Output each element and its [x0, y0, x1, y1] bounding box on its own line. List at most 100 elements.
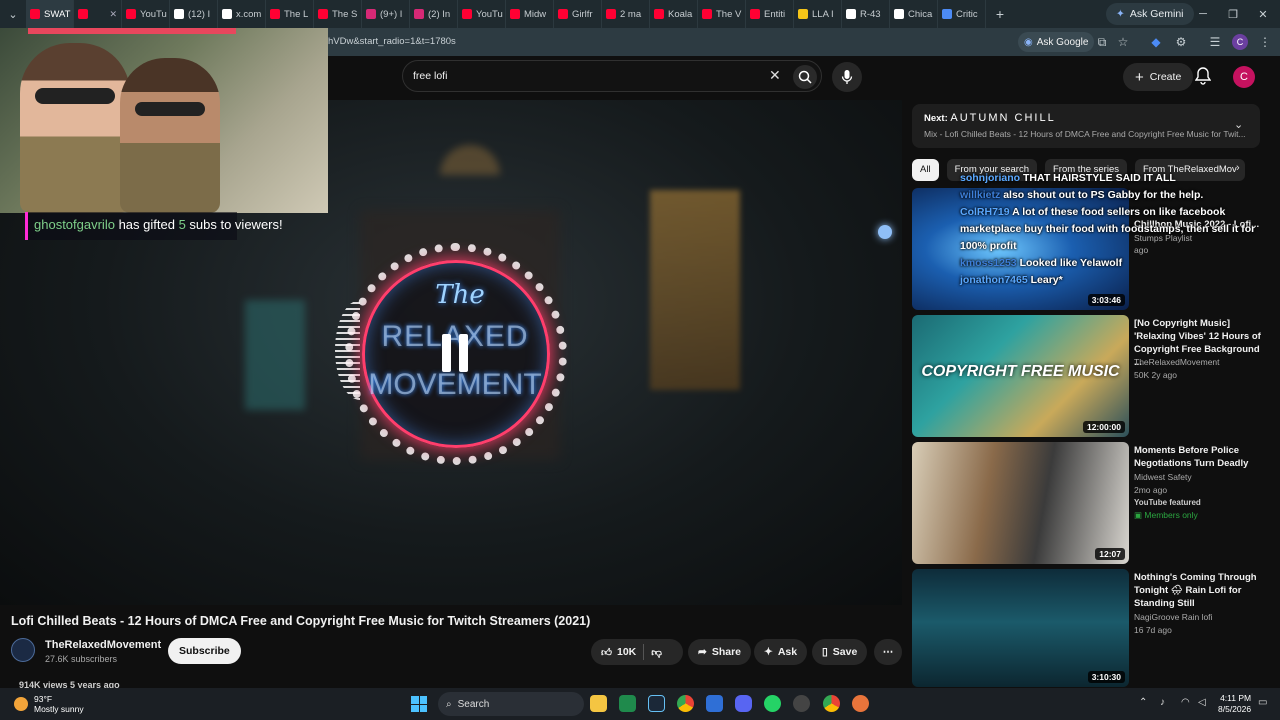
browser-tab[interactable]: Chica	[890, 0, 938, 28]
browser-tab[interactable]: Midw	[506, 0, 554, 28]
browser-tab[interactable]: The S	[314, 0, 362, 28]
chrome-profile-icon[interactable]	[823, 695, 840, 712]
chat-username: ColRH719	[960, 206, 1010, 218]
account-avatar[interactable]: C	[1233, 66, 1255, 88]
browser-tab[interactable]: SWAT	[26, 0, 74, 28]
browser-tab[interactable]: The L	[266, 0, 314, 28]
subscribe-button[interactable]: Subscribe	[168, 638, 241, 664]
gemini-icon: ✦	[1116, 8, 1125, 20]
dislike-button[interactable]: 👎︎	[651, 646, 662, 659]
settings-icon[interactable]	[793, 695, 810, 712]
browser-tab[interactable]: Girlfr	[554, 0, 602, 28]
whatsapp-icon[interactable]	[764, 695, 781, 712]
channel-avatar[interactable]	[11, 638, 35, 662]
browser-tab[interactable]: Koala	[650, 0, 698, 28]
pause-icon[interactable]	[442, 334, 468, 372]
extension-icon[interactable]: ◆	[1148, 34, 1164, 50]
microphone-tray-icon[interactable]: ♪	[1160, 697, 1165, 708]
search-query[interactable]: free lofi	[413, 70, 447, 82]
weather-widget[interactable]: 93°F Mostly sunny	[14, 694, 84, 714]
search-button[interactable]	[793, 65, 817, 89]
close-window-icon[interactable]: ✕	[1248, 0, 1278, 28]
recommendation-item[interactable]: COPYRIGHT FREE MUSIC 12:00:00 [No Copyri…	[912, 315, 1272, 437]
members-only-badge: ▣ Members only	[1134, 510, 1198, 520]
volume-icon[interactable]: ◁	[1198, 697, 1206, 708]
spreadsheet-app-icon[interactable]	[619, 695, 636, 712]
notifications-button[interactable]	[1194, 67, 1212, 90]
channel-name[interactable]: Midwest Safety	[1134, 472, 1192, 482]
tab-label: YouTu	[476, 8, 503, 20]
ask-google-button[interactable]: ◉ Ask Google	[1018, 32, 1095, 52]
show-hidden-icons-icon[interactable]: ⌃	[1139, 697, 1147, 708]
browser-tab[interactable]: The V	[698, 0, 746, 28]
video-title[interactable]: Moments Before Police Negotiations Turn …	[1134, 444, 1266, 470]
url-text[interactable]: hVDw&start_radio=1&t=1780s	[328, 36, 456, 47]
browser-tab[interactable]: ✕	[74, 0, 122, 28]
reading-list-icon[interactable]: ☰	[1207, 34, 1223, 50]
minimize-icon[interactable]: ─	[1188, 0, 1218, 28]
ask-button[interactable]: ✦ Ask	[754, 639, 808, 665]
search-input[interactable]: free lofi ✕	[402, 60, 822, 92]
browser-tab[interactable]: x.com	[218, 0, 266, 28]
recommendation-item[interactable]: 3:10:30 Nothing's Coming Through Tonight…	[912, 569, 1272, 687]
chrome-icon[interactable]	[677, 695, 694, 712]
webcam-overlay	[0, 28, 328, 213]
claude-icon[interactable]	[852, 695, 869, 712]
browser-menu-icon[interactable]: ⋮	[1257, 34, 1273, 50]
extensions-puzzle-icon[interactable]: ⚙	[1173, 34, 1189, 50]
share-icon: ➦	[698, 646, 707, 658]
restore-icon[interactable]: ❐	[1218, 0, 1248, 28]
channel-name[interactable]: TheRelaxedMovement	[1134, 357, 1220, 367]
video-thumbnail[interactable]: 12:07	[912, 442, 1129, 564]
browser-tab[interactable]: 2 ma	[602, 0, 650, 28]
close-tab-icon[interactable]: ✕	[109, 9, 117, 20]
share-button[interactable]: ➦ Share	[688, 639, 751, 665]
app-icon[interactable]	[706, 695, 723, 712]
video-thumbnail[interactable]: COPYRIGHT FREE MUSIC 12:00:00	[912, 315, 1129, 437]
chevron-down-icon[interactable]: ⌄	[1234, 118, 1243, 131]
save-button[interactable]: ▯ Save	[812, 639, 868, 665]
chat-text: Leary*	[1030, 274, 1063, 286]
video-thumbnail[interactable]: 3:10:30	[912, 569, 1129, 687]
browser-tab[interactable]: Entiti	[746, 0, 794, 28]
tab-favicon-icon	[846, 9, 856, 19]
video-title[interactable]: Nothing's Coming Through Tonight 🌧 Rain …	[1134, 571, 1266, 610]
recommendation-item[interactable]: 12:07 Moments Before Police Negotiations…	[912, 442, 1272, 564]
clear-search-icon[interactable]: ✕	[769, 67, 781, 84]
up-next-panel[interactable]: Next: AUTUMN CHILL Mix - Lofi Chilled Be…	[912, 104, 1260, 148]
windows-start-icon[interactable]	[411, 696, 427, 712]
browser-tab[interactable]: YouTu	[458, 0, 506, 28]
browser-tab[interactable]: (9+) I	[362, 0, 410, 28]
notification-center-icon[interactable]: ▭	[1258, 697, 1267, 708]
browser-tab[interactable]: Critic	[938, 0, 986, 28]
ask-gemini-button[interactable]: ✦ Ask Gemini	[1106, 3, 1194, 25]
like-button[interactable]: 👍︎ 10K	[601, 646, 636, 659]
browser-tab[interactable]: (12) I	[170, 0, 218, 28]
channel-name[interactable]: TheRelaxedMovement	[45, 639, 161, 651]
new-tab-icon[interactable]: +	[986, 6, 1014, 22]
taskbar-search[interactable]: ⌕ Search	[438, 692, 584, 716]
tab-search-icon[interactable]: ⌄	[0, 0, 26, 28]
browser-tab[interactable]: LLA I	[794, 0, 842, 28]
bookmark-star-icon[interactable]: ☆	[1115, 34, 1131, 50]
search-icon	[798, 70, 812, 84]
chat-message: ColRH719 A lot of these food sellers on …	[960, 204, 1270, 255]
webcam-person-left	[20, 43, 130, 213]
install-app-icon[interactable]: ⧉	[1094, 34, 1110, 50]
create-button[interactable]: + Create	[1123, 63, 1194, 91]
voice-search-button[interactable]	[832, 62, 862, 92]
more-actions-button[interactable]: ⋯	[874, 639, 902, 665]
system-clock[interactable]: 4:11 PM 8/5/2026	[1218, 693, 1251, 715]
filter-chip[interactable]: All	[912, 159, 939, 181]
steam-icon[interactable]	[648, 695, 665, 712]
browser-tab[interactable]: (2) In	[410, 0, 458, 28]
browser-tab[interactable]: R-43	[842, 0, 890, 28]
tab-label: (12) I	[188, 8, 211, 20]
wifi-icon[interactable]: ◠	[1181, 697, 1190, 708]
browser-tab[interactable]: YouTu	[122, 0, 170, 28]
light-orb	[878, 225, 892, 239]
profile-avatar[interactable]: C	[1232, 34, 1248, 50]
discord-icon[interactable]	[735, 695, 752, 712]
file-explorer-icon[interactable]	[590, 695, 607, 712]
channel-name[interactable]: NagiGroove Rain lofi	[1134, 612, 1212, 622]
